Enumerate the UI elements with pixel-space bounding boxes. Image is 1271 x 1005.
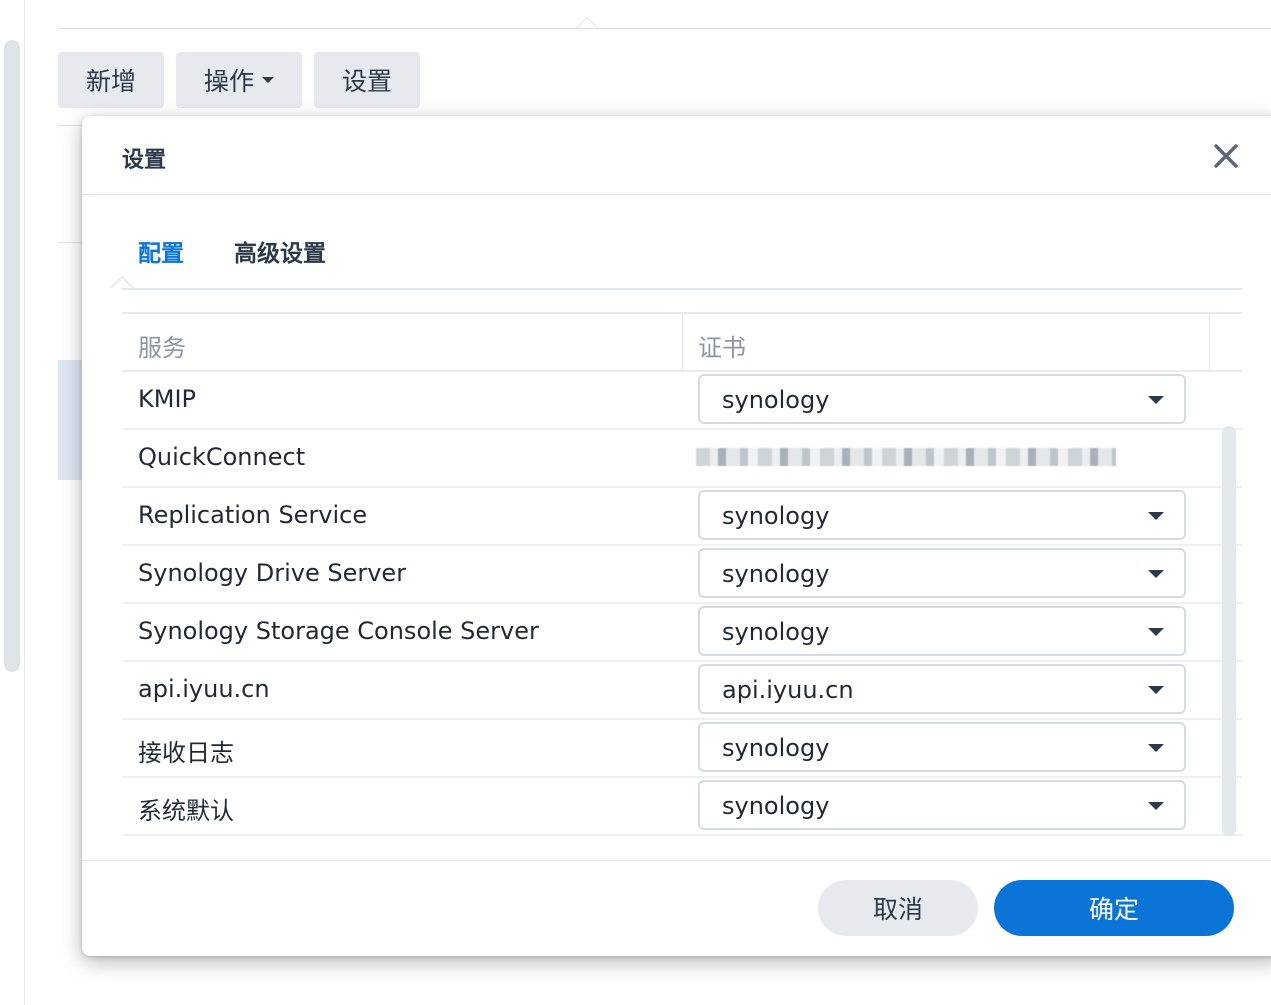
settings-button-label: 设置	[342, 67, 393, 96]
table-header: 服务 证书	[122, 312, 1242, 372]
certificate-value: api.iyuu.cn	[722, 676, 854, 704]
certificate-select[interactable]: synology	[698, 606, 1186, 656]
toolbar: 新增 操作 设置	[58, 52, 421, 108]
service-name: api.iyuu.cn	[138, 675, 270, 703]
service-name: Synology Drive Server	[138, 559, 407, 587]
column-separator[interactable]	[682, 314, 683, 370]
certificate-select[interactable]: synology	[698, 780, 1186, 830]
action-dropdown-button[interactable]: 操作	[176, 52, 303, 108]
table-row[interactable]: Synology Storage Console Server synology	[122, 604, 1242, 662]
column-header-service[interactable]: 服务	[138, 328, 186, 363]
service-name: Replication Service	[138, 501, 368, 529]
settings-dialog: 设置 配置 高级设置 服务 证书 KMIP synology QuickConn…	[82, 116, 1271, 956]
certificate-value: synology	[722, 734, 830, 762]
certificate-value: synology	[722, 792, 830, 820]
certificate-value: synology	[722, 618, 830, 646]
column-separator[interactable]	[1209, 314, 1210, 370]
dialog-header: 设置	[82, 116, 1271, 195]
add-button[interactable]: 新增	[58, 52, 165, 108]
left-scrollbar[interactable]	[4, 40, 20, 672]
top-tab-indicator	[576, 17, 598, 28]
ok-button[interactable]: 确定	[994, 880, 1234, 936]
table-row[interactable]: 接收日志 synology	[122, 720, 1242, 778]
settings-button[interactable]: 设置	[314, 52, 421, 108]
chevron-down-icon	[1148, 512, 1164, 520]
redacted-certificate-text	[696, 448, 1116, 466]
dialog-tabs: 配置 高级设置	[122, 216, 1242, 290]
service-name: 系统默认	[138, 797, 234, 825]
left-divider	[24, 0, 25, 1005]
tab-config[interactable]: 配置	[138, 234, 184, 268]
chevron-down-icon	[262, 77, 275, 83]
service-name: 接收日志	[138, 739, 234, 767]
table-row[interactable]: api.iyuu.cn api.iyuu.cn	[122, 662, 1242, 720]
certificate-select[interactable]: synology	[698, 490, 1186, 540]
top-tab-bar	[58, 0, 1271, 29]
chevron-down-icon	[1148, 396, 1164, 404]
certificate-value: synology	[722, 560, 830, 588]
chevron-down-icon	[1148, 570, 1164, 578]
certificate-value: synology	[722, 502, 830, 530]
certificate-select[interactable]: api.iyuu.cn	[698, 664, 1186, 714]
service-name: QuickConnect	[138, 443, 306, 471]
chevron-down-icon	[1148, 802, 1164, 810]
table-scrollbar[interactable]	[1222, 426, 1236, 836]
table-row[interactable]: Synology Drive Server synology	[122, 546, 1242, 604]
certificate-table: 服务 证书 KMIP synology QuickConnect Replica…	[122, 312, 1242, 836]
close-icon[interactable]	[1210, 140, 1242, 172]
service-name: Synology Storage Console Server	[138, 617, 539, 645]
table-row[interactable]: 系统默认 synology	[122, 778, 1242, 836]
dialog-title: 设置	[122, 148, 167, 173]
action-button-label: 操作	[204, 67, 255, 96]
chevron-down-icon	[1148, 628, 1164, 636]
service-name: KMIP	[138, 385, 196, 413]
table-row[interactable]: QuickConnect	[122, 430, 1242, 488]
table-row[interactable]: Replication Service synology	[122, 488, 1242, 546]
footer-divider	[82, 860, 1271, 861]
column-header-certificate[interactable]: 证书	[698, 328, 746, 363]
table-row[interactable]: KMIP synology	[122, 372, 1242, 430]
certificate-select[interactable]: synology	[698, 548, 1186, 598]
certificate-select[interactable]: synology	[698, 374, 1186, 424]
tab-advanced-settings[interactable]: 高级设置	[234, 234, 326, 268]
active-tab-indicator	[110, 276, 134, 288]
cancel-button[interactable]: 取消	[818, 880, 978, 936]
cancel-button-label: 取消	[872, 895, 923, 924]
chevron-down-icon	[1148, 744, 1164, 752]
certificate-select[interactable]: synology	[698, 722, 1186, 772]
ok-button-label: 确定	[1088, 895, 1139, 924]
certificate-value: synology	[722, 386, 830, 414]
add-button-label: 新增	[86, 67, 137, 96]
chevron-down-icon	[1148, 686, 1164, 694]
